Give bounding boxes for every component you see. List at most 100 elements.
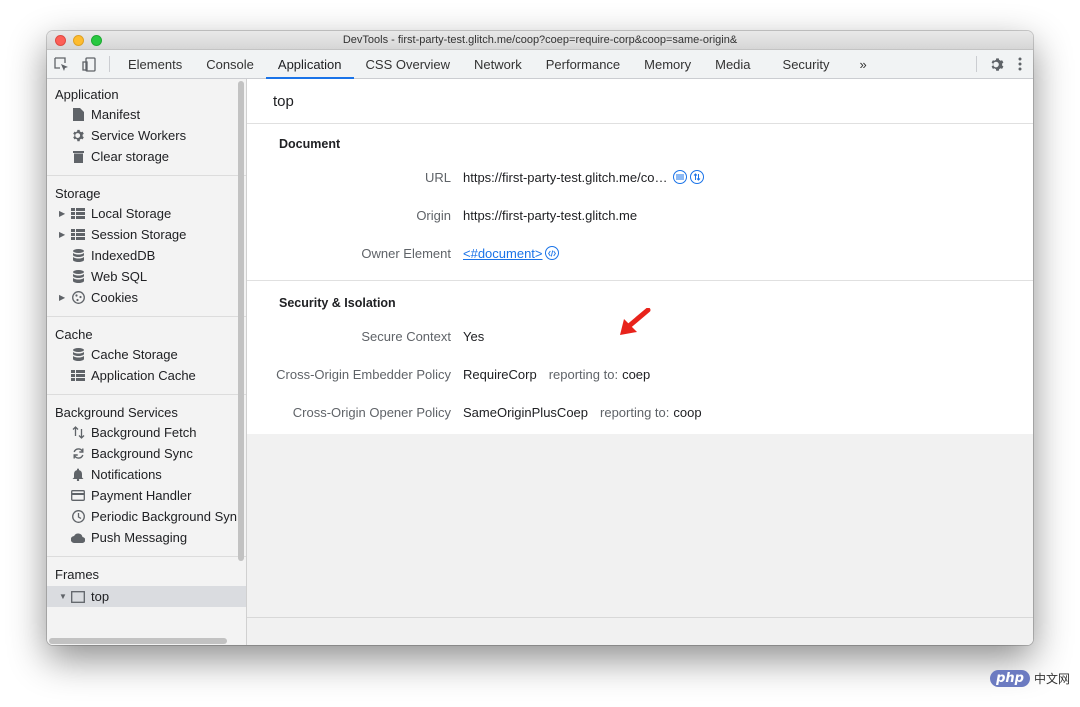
reporting-label: reporting to: (600, 404, 670, 420)
tab-application[interactable]: Application (265, 50, 354, 79)
url-row: URL https://first-party-test.glitch.me/c… (247, 158, 1033, 196)
sidebar-item-notifications[interactable]: Notifications (47, 464, 246, 485)
reporting-label: reporting to: (548, 366, 619, 382)
sidebar-horizontal-scrollbar[interactable] (49, 638, 227, 644)
sidebar-item-local-storage[interactable]: ▶ Local Storage (47, 203, 246, 224)
sidebar-section-storage: Storage ▶ Local Storage ▶ Session Storag… (47, 176, 246, 317)
inspect-element-icon[interactable] (47, 50, 75, 78)
field-label: Secure Context (361, 328, 451, 344)
grid-icon (71, 207, 85, 221)
sidebar-item-label: Session Storage (91, 227, 187, 242)
close-window-button[interactable] (55, 35, 66, 46)
origin-row: Origin https://first-party-test.glitch.m… (247, 196, 1033, 234)
sidebar-item-cookies[interactable]: ▶ Cookies (47, 287, 246, 308)
coep-row: Cross-Origin Embedder Policy RequireCorp… (247, 355, 1033, 393)
database-icon (71, 348, 85, 362)
reveal-in-sources-icon[interactable] (690, 170, 705, 184)
title-bar: DevTools - first-party-test.glitch.me/co… (47, 31, 1033, 50)
secure-context-value: Yes (463, 328, 485, 344)
reveal-in-network-icon[interactable] (673, 170, 688, 184)
gear-icon (71, 129, 85, 143)
sidebar-item-push-messaging[interactable]: Push Messaging (47, 527, 246, 548)
sidebar-item-session-storage[interactable]: ▶ Session Storage (47, 224, 246, 245)
field-label: Cross-Origin Embedder Policy (276, 366, 451, 382)
card-icon (71, 489, 85, 503)
database-icon (71, 249, 85, 263)
settings-gear-icon[interactable] (987, 57, 1007, 72)
sidebar-item-label: Application Cache (91, 368, 196, 383)
document-icon (71, 108, 85, 122)
trash-icon (71, 150, 85, 164)
frame-details-panel: top Document URL https://first-party-tes… (247, 79, 1033, 645)
device-toolbar-icon[interactable] (75, 50, 103, 78)
collapse-triangle-icon[interactable]: ▼ (59, 592, 69, 601)
tab-performance[interactable]: Performance (534, 50, 632, 78)
watermark-text: 中文网 (1033, 672, 1070, 686)
clock-icon (71, 510, 85, 524)
updown-arrows-icon (71, 426, 85, 440)
document-section: Document URL https://first-party-test.gl… (247, 124, 1033, 281)
security-isolation-section: Security & Isolation Secure Context Yes … (247, 281, 1033, 440)
sidebar-item-label: Local Storage (91, 206, 172, 221)
devtools-tabbar: Elements Console Application CSS Overvie… (47, 50, 1033, 79)
database-icon (71, 270, 85, 284)
sidebar-item-application-cache[interactable]: Application Cache (47, 365, 246, 386)
grid-icon (71, 369, 85, 383)
more-tabs-button[interactable]: » (842, 50, 879, 78)
sidebar-item-web-sql[interactable]: Web SQL (47, 266, 246, 287)
sidebar-item-label: Cache Storage (91, 347, 178, 362)
sidebar-item-payment-handler[interactable]: Payment Handler (47, 485, 246, 506)
sidebar-item-label: Push Messaging (91, 530, 188, 545)
application-sidebar: Application Manifest Service Workers Cle… (47, 79, 247, 645)
sidebar-item-service-workers[interactable]: Service Workers (47, 125, 246, 146)
sidebar-item-frame-top[interactable]: ▼ top (47, 586, 246, 607)
sidebar-item-label: top (91, 589, 110, 604)
sidebar-section-title: Background Services (55, 405, 178, 420)
window-controls (55, 35, 102, 46)
sidebar-item-background-sync[interactable]: Background Sync (47, 443, 246, 464)
tab-css-overview[interactable]: CSS Overview (354, 50, 463, 78)
coop-reporting-endpoint: coop (673, 404, 702, 420)
tab-memory[interactable]: Memory (632, 50, 703, 78)
owner-element-link[interactable]: <#document> (463, 246, 543, 261)
tab-network[interactable]: Network (462, 50, 534, 78)
panel-divider (247, 617, 1033, 618)
sidebar-vertical-scrollbar[interactable] (238, 81, 244, 561)
empty-panel-area (247, 434, 1033, 645)
sidebar-item-indexeddb[interactable]: IndexedDB (47, 245, 246, 266)
more-options-icon[interactable] (1007, 57, 1033, 71)
cookie-icon (71, 291, 85, 305)
sidebar-section-frames: Frames ▼ top (47, 557, 246, 615)
reveal-in-elements-icon[interactable] (544, 246, 559, 260)
sidebar-item-label: Cookies (91, 290, 138, 305)
sidebar-item-background-fetch[interactable]: Background Fetch (47, 422, 246, 443)
sidebar-item-clear-storage[interactable]: Clear storage (47, 146, 246, 167)
sidebar-item-label: Clear storage (91, 149, 170, 164)
tab-console[interactable]: Console (194, 50, 266, 78)
sidebar-item-periodic-background-sync[interactable]: Periodic Background Syn (47, 506, 246, 527)
zoom-window-button[interactable] (91, 35, 102, 46)
red-arrow-annotation (617, 307, 651, 341)
sidebar-item-label: Background Fetch (91, 425, 197, 440)
sidebar-item-manifest[interactable]: Manifest (47, 104, 246, 125)
sidebar-item-cache-storage[interactable]: Cache Storage (47, 344, 246, 365)
php-logo-badge: php (990, 670, 1030, 687)
field-label: URL (424, 169, 451, 185)
expand-triangle-icon[interactable]: ▶ (59, 230, 69, 239)
devtools-window: DevTools - first-party-test.glitch.me/co… (47, 31, 1033, 645)
url-value: https://first-party-test.glitch.me/co… (463, 169, 668, 185)
sidebar-item-label: Notifications (91, 467, 162, 482)
tab-media[interactable]: Media (703, 50, 762, 78)
panel-title: top (247, 79, 1033, 124)
coop-value: SameOriginPlusCoep (463, 404, 589, 420)
expand-triangle-icon[interactable]: ▶ (59, 209, 69, 218)
tab-elements[interactable]: Elements (116, 50, 194, 78)
tab-security[interactable]: Security (763, 50, 842, 78)
sidebar-item-label: Background Sync (91, 446, 193, 461)
grid-icon (71, 228, 85, 242)
expand-triangle-icon[interactable]: ▶ (59, 293, 69, 302)
field-label: Cross-Origin Opener Policy (292, 404, 451, 420)
sync-icon (71, 447, 85, 461)
sidebar-section-background-services: Background Services Background Fetch Bac… (47, 395, 246, 557)
minimize-window-button[interactable] (73, 35, 84, 46)
